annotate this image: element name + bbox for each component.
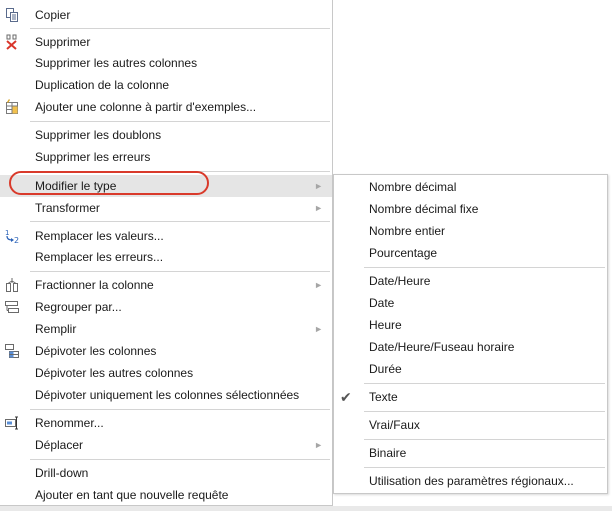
submenu-item-time[interactable]: Heure (334, 314, 607, 336)
column-from-examples-icon (4, 99, 20, 115)
submenu-item-label: Vrai/Faux (369, 418, 420, 432)
menu-item-move[interactable]: Déplacer ► (0, 434, 332, 456)
submenu-arrow-icon: ► (314, 181, 323, 191)
menu-item-label: Dépivoter les colonnes (35, 344, 157, 358)
menu-item-label: Regrouper par... (35, 300, 122, 314)
menu-item-label: Copier (35, 8, 71, 22)
menu-item-unpivot[interactable]: Dépivoter les colonnes (0, 340, 332, 362)
submenu-item-datetime-timezone[interactable]: Date/Heure/Fuseau horaire (334, 336, 607, 358)
menu-item-transform[interactable]: Transformer ► (0, 197, 332, 219)
submenu-item-date[interactable]: Date (334, 292, 607, 314)
menu-item-label: Drill-down (35, 466, 89, 480)
split-column-icon (4, 277, 20, 293)
menu-item-add-as-query[interactable]: Ajouter en tant que nouvelle requête (0, 484, 332, 506)
menu-separator (30, 221, 330, 222)
submenu-item-true-false[interactable]: Vrai/Faux (334, 414, 607, 436)
submenu-item-datetime[interactable]: Date/Heure (334, 270, 607, 292)
submenu-item-using-locale[interactable]: Utilisation des paramètres régionaux... (334, 470, 607, 492)
menu-item-label: Renommer... (35, 416, 104, 430)
submenu-arrow-icon: ► (314, 280, 323, 290)
copy-icon (4, 7, 20, 23)
submenu-arrow-icon: ► (314, 324, 323, 334)
menu-item-label: Dépivoter uniquement les colonnes sélect… (35, 388, 300, 402)
menu-item-label: Supprimer les erreurs (35, 150, 151, 164)
menu-item-label: Transformer (35, 201, 100, 215)
submenu-item-label: Nombre décimal (369, 180, 457, 194)
menu-item-split-column[interactable]: Fractionner la colonne ► (0, 274, 332, 296)
submenu-item-label: Date (369, 296, 395, 310)
submenu-item-whole-number[interactable]: Nombre entier (334, 220, 607, 242)
menu-item-remove-errors[interactable]: Supprimer les erreurs (0, 146, 332, 168)
menu-item-label: Supprimer (35, 35, 91, 49)
checkmark-icon: ✔ (340, 389, 352, 405)
submenu-item-binary[interactable]: Binaire (334, 442, 607, 464)
submenu-item-label: Nombre décimal fixe (369, 202, 479, 216)
replace-values-icon: 1 2 (4, 228, 20, 245)
menu-item-label: Supprimer les autres colonnes (35, 56, 198, 70)
menu-item-group-by[interactable]: Regrouper par... (0, 296, 332, 318)
menu-item-replace-errors[interactable]: Remplacer les erreurs... (0, 246, 332, 268)
submenu-item-percentage[interactable]: Pourcentage (334, 242, 607, 264)
menu-item-label: Déplacer (35, 438, 84, 452)
menu-separator (364, 383, 605, 384)
menu-item-copy[interactable]: Copier (0, 4, 332, 26)
menu-separator (364, 411, 605, 412)
replace-digit-2: 2 (14, 236, 19, 244)
menu-item-label: Ajouter une colonne à partir d'exemples.… (35, 100, 257, 114)
column-context-menu: Copier Supprimer Supprimer les autres co… (0, 0, 333, 506)
submenu-item-duration[interactable]: Durée (334, 358, 607, 380)
submenu-item-label: Date/Heure/Fuseau horaire (369, 340, 515, 354)
submenu-item-label: Binaire (369, 446, 407, 460)
menu-item-label: Supprimer les doublons (35, 128, 162, 142)
menu-item-drill-down[interactable]: Drill-down (0, 462, 332, 484)
menu-separator (30, 28, 330, 29)
menu-separator (30, 409, 330, 410)
change-type-submenu: Nombre décimal Nombre décimal fixe Nombr… (333, 174, 608, 494)
menu-item-label: Remplacer les erreurs... (35, 250, 164, 264)
menu-item-unpivot-selected[interactable]: Dépivoter uniquement les colonnes sélect… (0, 384, 332, 406)
menu-separator (30, 459, 330, 460)
menu-item-label: Remplir (35, 322, 77, 336)
submenu-item-label: Pourcentage (369, 246, 438, 260)
menu-item-duplicate[interactable]: Duplication de la colonne (0, 74, 332, 96)
rename-icon (4, 415, 20, 431)
submenu-item-label: Nombre entier (369, 224, 446, 238)
submenu-arrow-icon: ► (314, 440, 323, 450)
submenu-item-decimal-number[interactable]: Nombre décimal (334, 176, 607, 198)
menu-item-label: Fractionner la colonne (35, 278, 154, 292)
menu-separator (30, 271, 330, 272)
highlight-annotation-oval (9, 171, 209, 195)
delete-column-icon (4, 34, 20, 50)
submenu-item-label: Utilisation des paramètres régionaux... (369, 474, 574, 488)
submenu-item-fixed-decimal[interactable]: Nombre décimal fixe (334, 198, 607, 220)
submenu-item-text[interactable]: ✔ Texte (334, 386, 607, 408)
unpivot-icon (4, 343, 20, 359)
menu-item-label: Duplication de la colonne (35, 78, 170, 92)
group-by-icon (4, 299, 20, 315)
submenu-arrow-icon: ► (314, 203, 323, 213)
menu-item-unpivot-others[interactable]: Dépivoter les autres colonnes (0, 362, 332, 384)
menu-separator (364, 439, 605, 440)
menu-separator (30, 121, 330, 122)
menu-item-label: Remplacer les valeurs... (35, 229, 164, 243)
menu-item-replace-values[interactable]: 1 2 Remplacer les valeurs... (0, 225, 332, 247)
menu-item-delete[interactable]: Supprimer (0, 31, 332, 53)
menu-separator (364, 267, 605, 268)
menu-item-rename[interactable]: Renommer... (0, 412, 332, 434)
submenu-item-label: Heure (369, 318, 402, 332)
menu-item-fill[interactable]: Remplir ► (0, 318, 332, 340)
menu-item-label: Dépivoter les autres colonnes (35, 366, 194, 380)
background-strip (0, 506, 612, 511)
menu-item-delete-others[interactable]: Supprimer les autres colonnes (0, 52, 332, 74)
submenu-item-label: Date/Heure (369, 274, 431, 288)
submenu-item-label: Durée (369, 362, 402, 376)
submenu-item-label: Texte (369, 390, 398, 404)
menu-separator (364, 467, 605, 468)
menu-item-label: Ajouter en tant que nouvelle requête (35, 488, 229, 502)
replace-digit-1: 1 (5, 229, 9, 237)
menu-item-add-from-examples[interactable]: Ajouter une colonne à partir d'exemples.… (0, 96, 332, 118)
menu-item-remove-duplicates[interactable]: Supprimer les doublons (0, 124, 332, 146)
